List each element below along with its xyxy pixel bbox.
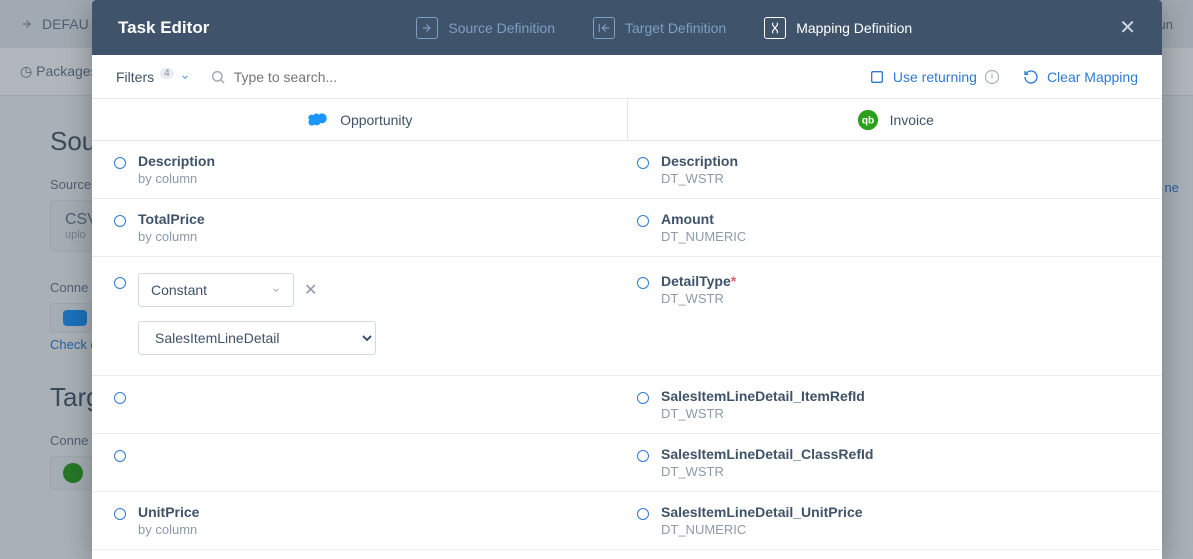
target-node-dot[interactable]: [637, 508, 649, 520]
mapping-row[interactable]: TotalPriceby column AmountDT_NUMERIC: [92, 199, 1162, 257]
tab-target-definition[interactable]: Target Definition: [593, 17, 726, 39]
target-node-dot[interactable]: [637, 450, 649, 462]
source-node-dot[interactable]: [114, 392, 126, 404]
mapping-list[interactable]: Descriptionby column DescriptionDT_WSTR …: [92, 141, 1162, 559]
target-node-dot[interactable]: [637, 392, 649, 404]
source-type-combo[interactable]: Constant: [138, 273, 294, 307]
search-input[interactable]: [234, 69, 434, 85]
mapping-row[interactable]: UnitPriceby column SalesItemLineDetail_U…: [92, 492, 1162, 550]
close-icon[interactable]: ✕: [1119, 15, 1136, 40]
source-node-dot[interactable]: [114, 277, 126, 289]
required-mark: *: [731, 273, 736, 289]
checkbox-empty-icon: [869, 69, 885, 85]
clear-mapping-button[interactable]: Clear Mapping: [1023, 69, 1138, 85]
chevron-down-icon: [271, 285, 281, 295]
source-tab-icon: [416, 17, 438, 39]
filters-count-badge: 4: [160, 68, 174, 79]
source-node-dot[interactable]: [114, 157, 126, 169]
info-icon[interactable]: i: [985, 70, 999, 84]
mapping-tab-icon: [764, 17, 786, 39]
chevron-down-icon: [180, 72, 190, 82]
target-node-dot[interactable]: [637, 157, 649, 169]
source-node-dot[interactable]: [114, 450, 126, 462]
modal-header: Task Editor Source Definition Target Def…: [92, 0, 1162, 55]
mapping-row[interactable]: SalesItemLineDetail_PriceLevelRefIdDT_WS…: [92, 550, 1162, 559]
mapping-row[interactable]: Descriptionby column DescriptionDT_WSTR: [92, 141, 1162, 199]
object-header-row: Opportunity qb Invoice: [92, 99, 1162, 141]
quickbooks-icon: qb: [856, 108, 880, 132]
undo-icon: [1023, 69, 1039, 85]
mapping-row[interactable]: SalesItemLineDetail_ClassRefIdDT_WSTR: [92, 434, 1162, 492]
task-editor-modal: Task Editor Source Definition Target Def…: [92, 0, 1162, 559]
mapping-row[interactable]: SalesItemLineDetail_ItemRefIdDT_WSTR: [92, 376, 1162, 434]
source-node-dot[interactable]: [114, 215, 126, 227]
target-object: qb Invoice: [627, 99, 1163, 140]
tab-source-definition[interactable]: Source Definition: [416, 17, 555, 39]
svg-text:qb: qb: [861, 115, 873, 126]
target-node-dot[interactable]: [637, 277, 649, 289]
tab-mapping-definition[interactable]: Mapping Definition: [764, 17, 912, 39]
source-object: Opportunity: [92, 99, 627, 140]
target-tab-icon: [593, 17, 615, 39]
filters-dropdown[interactable]: Filters 4: [116, 69, 190, 85]
source-node-dot[interactable]: [114, 508, 126, 520]
constant-value-select[interactable]: SalesItemLineDetail: [138, 321, 376, 355]
modal-title: Task Editor: [118, 18, 209, 38]
search-icon: [210, 69, 226, 85]
mapping-row-constant[interactable]: Constant ✕ SalesItemLineDetail DetailTyp…: [92, 257, 1162, 376]
use-returning-checkbox[interactable]: Use returning i: [869, 69, 999, 85]
salesforce-icon: [306, 108, 330, 132]
toolbar: Filters 4 Use returning i Clear Mapping: [92, 55, 1162, 99]
target-node-dot[interactable]: [637, 215, 649, 227]
clear-source-icon[interactable]: ✕: [304, 280, 317, 300]
